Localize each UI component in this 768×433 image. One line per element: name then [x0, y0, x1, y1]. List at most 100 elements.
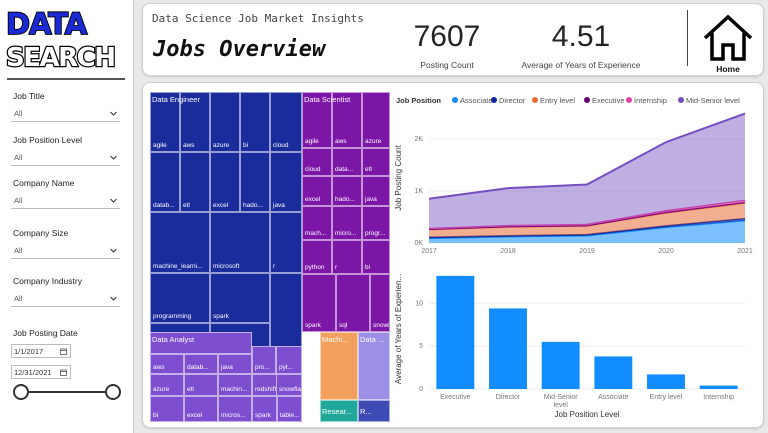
posting-count-value: 7607: [413, 20, 481, 53]
filter-dropdown[interactable]: All: [11, 243, 120, 259]
treemap-cell-label: microsoft: [213, 263, 240, 270]
skills-treemap[interactable]: agile aws azure bi cloud datab... etl excel hado…: [150, 92, 390, 422]
treemap-cell[interactable]: snowfl...: [370, 274, 390, 332]
legend-swatch: [584, 97, 590, 103]
filter-label: Job Position Level: [13, 135, 82, 145]
filter-dropdown[interactable]: All: [11, 193, 120, 209]
filter-dropdown[interactable]: All: [11, 150, 120, 166]
treemap-cell[interactable]: etl: [362, 148, 390, 176]
treemap-cell-label: excel: [305, 196, 321, 203]
avg-experience-label: Average of Years of Experience: [521, 60, 641, 70]
treemap-cell[interactable]: micros...: [218, 396, 252, 422]
logo-text-line2: SEARCH: [6, 43, 114, 70]
treemap-cell-label: pyt...: [279, 364, 294, 371]
bar[interactable]: [594, 356, 633, 389]
treemap-cell[interactable]: excel: [184, 396, 218, 422]
x-tick-label: Associate: [598, 394, 628, 401]
bar[interactable]: [541, 341, 580, 389]
experience-bar-chart[interactable]: 0 5 10 Executive Director Mid-Seniorlevel Asso…: [393, 261, 758, 423]
treemap-cell[interactable]: aws: [150, 354, 184, 374]
treemap-cell[interactable]: excel: [210, 152, 240, 212]
treemap-cell[interactable]: bi: [362, 240, 390, 274]
calendar-icon[interactable]: [60, 369, 67, 376]
treemap-cell-label: r: [335, 264, 338, 271]
treemap-cell-label: azure: [213, 142, 230, 149]
job-posting-area-chart[interactable]: 0K 1K 2K 2017 2018 2019 2020 2021 Job Posting Co…: [393, 105, 758, 257]
legend-title: Job Position: [396, 96, 441, 105]
treemap-cell[interactable]: microsoft: [210, 212, 270, 273]
start-date-value: 1/1/2017: [14, 347, 44, 356]
legend-item[interactable]: Director: [491, 96, 525, 105]
filter-dropdown[interactable]: All: [11, 106, 120, 122]
treemap-cell-label: etl: [187, 386, 194, 393]
treemap-cell[interactable]: micro...: [332, 206, 362, 240]
legend-item[interactable]: Entry level: [532, 96, 575, 105]
treemap-cell-label: hado...: [243, 202, 263, 209]
treemap-cell[interactable]: java: [218, 354, 252, 374]
treemap-cell[interactable]: java: [362, 176, 390, 206]
treemap-cell[interactable]: machine_learni...: [150, 212, 210, 273]
home-button[interactable]: Home: [699, 10, 757, 74]
date-range-end-handle[interactable]: [105, 384, 121, 400]
filter-dropdown[interactable]: All: [11, 291, 120, 307]
end-date-input[interactable]: 12/31/2021: [11, 365, 71, 379]
treemap-cell-label: java: [273, 202, 285, 209]
treemap-cell[interactable]: pro...: [252, 346, 276, 374]
legend-item[interactable]: Internship: [626, 96, 667, 105]
treemap-cell[interactable]: java: [270, 152, 302, 212]
treemap-cell[interactable]: spark: [252, 396, 277, 422]
legend-item[interactable]: Associate: [452, 96, 493, 105]
treemap-cell-label: spark: [213, 313, 229, 320]
treemap-cell-label: excel: [213, 202, 229, 209]
date-range-slider-track[interactable]: [20, 391, 113, 393]
treemap-cell[interactable]: progr...: [362, 206, 390, 240]
legend-item[interactable]: Executive: [584, 96, 625, 105]
treemap-cell[interactable]: excel: [302, 176, 332, 206]
treemap-cell[interactable]: datab...: [184, 354, 218, 374]
date-range-start-handle[interactable]: [13, 384, 29, 400]
y-tick-label: 0K: [414, 240, 423, 247]
treemap-cell[interactable]: azure: [362, 92, 390, 148]
header-divider: [687, 10, 688, 66]
treemap-cell[interactable]: azure: [150, 374, 184, 396]
treemap-cell[interactable]: python: [302, 240, 332, 274]
treemap-cell[interactable]: hado...: [332, 176, 362, 206]
treemap-cell[interactable]: data...: [332, 148, 362, 176]
treemap-cell[interactable]: machin...: [218, 374, 252, 396]
legend-label: Entry level: [540, 96, 576, 105]
bar[interactable]: [647, 374, 685, 389]
treemap-cell[interactable]: r: [332, 240, 362, 274]
bar[interactable]: [699, 385, 738, 389]
filter-label: Company Industry: [13, 276, 82, 286]
treemap-cell[interactable]: datab...: [150, 152, 180, 212]
bar[interactable]: [489, 308, 527, 389]
treemap-cell[interactable]: snowflake: [276, 374, 302, 396]
treemap-cell[interactable]: table...: [277, 396, 302, 422]
treemap-cell[interactable]: etl: [180, 152, 210, 212]
filter-label: Company Name: [13, 178, 75, 188]
start-date-input[interactable]: 1/1/2017: [11, 344, 71, 358]
treemap-cell[interactable]: mach...: [302, 206, 332, 240]
treemap-cell[interactable]: hado...: [240, 152, 270, 212]
chevron-down-icon: [110, 111, 117, 116]
treemap-cell[interactable]: sql: [336, 274, 370, 332]
treemap-cell-label: bi: [365, 264, 371, 271]
treemap-cell[interactable]: spark: [210, 273, 270, 323]
treemap-cell-label: aws: [153, 364, 165, 371]
treemap-cell[interactable]: etl: [184, 374, 218, 396]
treemap-cell[interactable]: cloud: [270, 92, 302, 152]
treemap-cell[interactable]: azure: [210, 92, 240, 152]
filter-value: All: [14, 246, 23, 255]
treemap-cell[interactable]: programming: [150, 273, 210, 323]
treemap-cell-label: machin...: [221, 386, 248, 393]
treemap-cell[interactable]: bi: [150, 396, 184, 422]
treemap-cell[interactable]: bi: [240, 92, 270, 152]
legend-item[interactable]: Mid-Senior level: [678, 96, 740, 105]
treemap-cell[interactable]: pyt...: [276, 346, 302, 374]
treemap-cell[interactable]: r: [270, 212, 302, 273]
treemap-cell-label: progr...: [365, 230, 386, 237]
treemap-cell[interactable]: spark: [302, 274, 336, 332]
treemap-cell[interactable]: cloud: [302, 148, 332, 176]
calendar-icon[interactable]: [60, 348, 67, 355]
bar[interactable]: [436, 275, 475, 389]
